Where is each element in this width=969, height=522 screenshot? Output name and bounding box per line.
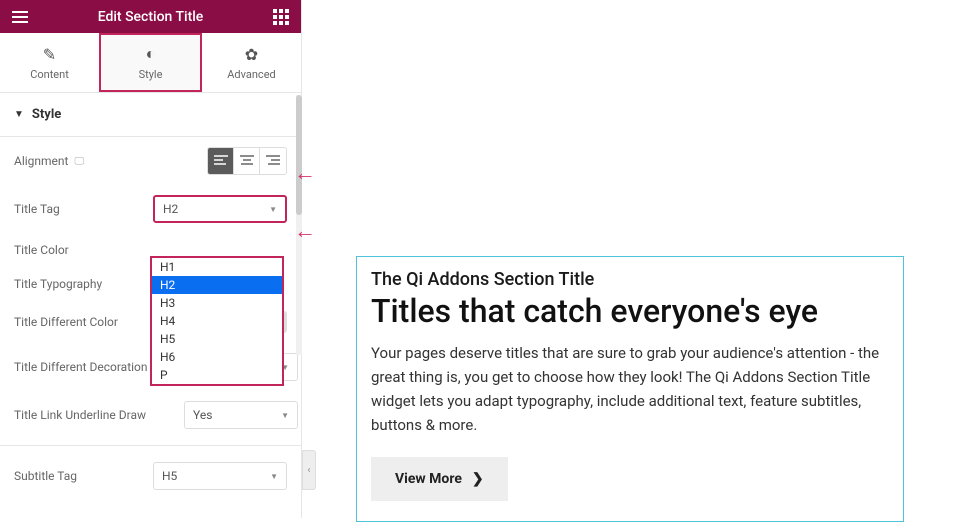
subtitle-tag-row: Subtitle Tag H5 ▼ xyxy=(0,452,301,500)
preview-subtitle: The Qi Addons Section Title xyxy=(371,269,889,290)
responsive-icon[interactable]: 🖵 xyxy=(74,156,84,167)
title-tag-select[interactable]: H2 ▼ xyxy=(153,195,287,223)
option-h5[interactable]: H5 xyxy=(152,330,282,348)
option-h4[interactable]: H4 xyxy=(152,312,282,330)
contrast-icon: ◐ xyxy=(146,44,156,64)
section-label: Style xyxy=(32,107,61,122)
title-link-underline-select[interactable]: Yes ▼ xyxy=(184,401,298,429)
title-typography-label: Title Typography xyxy=(14,277,102,291)
view-more-label: View More xyxy=(395,471,462,487)
preview-body: Your pages deserve titles that are sure … xyxy=(371,341,889,437)
caret-down-icon: ▼ xyxy=(14,109,24,120)
hamburger-icon[interactable] xyxy=(8,7,32,27)
annotation-arrow-icon: ← xyxy=(294,160,316,186)
title-different-color-label: Title Different Color xyxy=(14,315,118,329)
title-link-underline-row: Title Link Underline Draw Yes ▼ xyxy=(0,391,301,439)
underline-value: Yes xyxy=(193,408,212,422)
tab-label: Advanced xyxy=(227,68,275,81)
pencil-icon: ✎ xyxy=(43,45,56,64)
editor-tabs: ✎ Content ◐ Style ✿ Advanced xyxy=(0,33,301,93)
align-right-button[interactable] xyxy=(260,148,286,174)
tab-label: Content xyxy=(30,68,69,81)
style-section-toggle[interactable]: ▼ Style xyxy=(0,93,301,137)
tab-label: Style xyxy=(139,68,163,81)
subtitle-tag-value: H5 xyxy=(162,469,177,483)
collapse-panel-button[interactable]: ‹ xyxy=(302,450,316,490)
title-different-deco-label: Title Different Decoration xyxy=(14,360,148,374)
tab-style[interactable]: ◐ Style xyxy=(99,33,202,92)
align-center-button[interactable] xyxy=(234,148,260,174)
caret-down-icon: ▼ xyxy=(270,472,278,481)
preview-title: Titles that catch everyone's eye xyxy=(371,294,889,329)
annotation-arrow-icon: ← xyxy=(294,218,316,244)
alignment-row: Alignment 🖵 xyxy=(0,137,301,185)
alignment-group xyxy=(207,147,287,175)
option-p[interactable]: P xyxy=(152,366,282,384)
option-h2[interactable]: H2 xyxy=(152,276,282,294)
caret-down-icon: ▼ xyxy=(281,411,289,420)
gear-icon: ✿ xyxy=(245,45,258,64)
tab-advanced[interactable]: ✿ Advanced xyxy=(202,33,301,92)
panel-header: Edit Section Title xyxy=(0,0,301,33)
panel-title: Edit Section Title xyxy=(32,9,269,25)
title-tag-row: Title Tag H2 ▼ xyxy=(0,185,301,233)
preview-widget[interactable]: The Qi Addons Section Title Titles that … xyxy=(356,256,904,522)
option-h3[interactable]: H3 xyxy=(152,294,282,312)
view-more-button[interactable]: View More ❯ xyxy=(371,457,508,501)
title-link-underline-label: Title Link Underline Draw xyxy=(14,408,146,422)
caret-down-icon: ▼ xyxy=(269,205,277,214)
title-tag-label: Title Tag xyxy=(14,202,60,216)
subtitle-tag-label: Subtitle Tag xyxy=(14,469,77,483)
align-left-button[interactable] xyxy=(208,148,234,174)
tab-content[interactable]: ✎ Content xyxy=(0,33,99,92)
alignment-label: Alignment xyxy=(14,154,68,168)
widgets-grid-icon[interactable] xyxy=(269,5,293,29)
title-tag-dropdown: H1 H2 H3 H4 H5 H6 P xyxy=(150,256,284,386)
title-tag-value: H2 xyxy=(163,202,178,216)
option-h1[interactable]: H1 xyxy=(152,258,282,276)
chevron-right-icon: ❯ xyxy=(472,471,484,487)
title-color-label: Title Color xyxy=(14,243,69,257)
option-h6[interactable]: H6 xyxy=(152,348,282,366)
subtitle-tag-select[interactable]: H5 ▼ xyxy=(153,462,287,490)
